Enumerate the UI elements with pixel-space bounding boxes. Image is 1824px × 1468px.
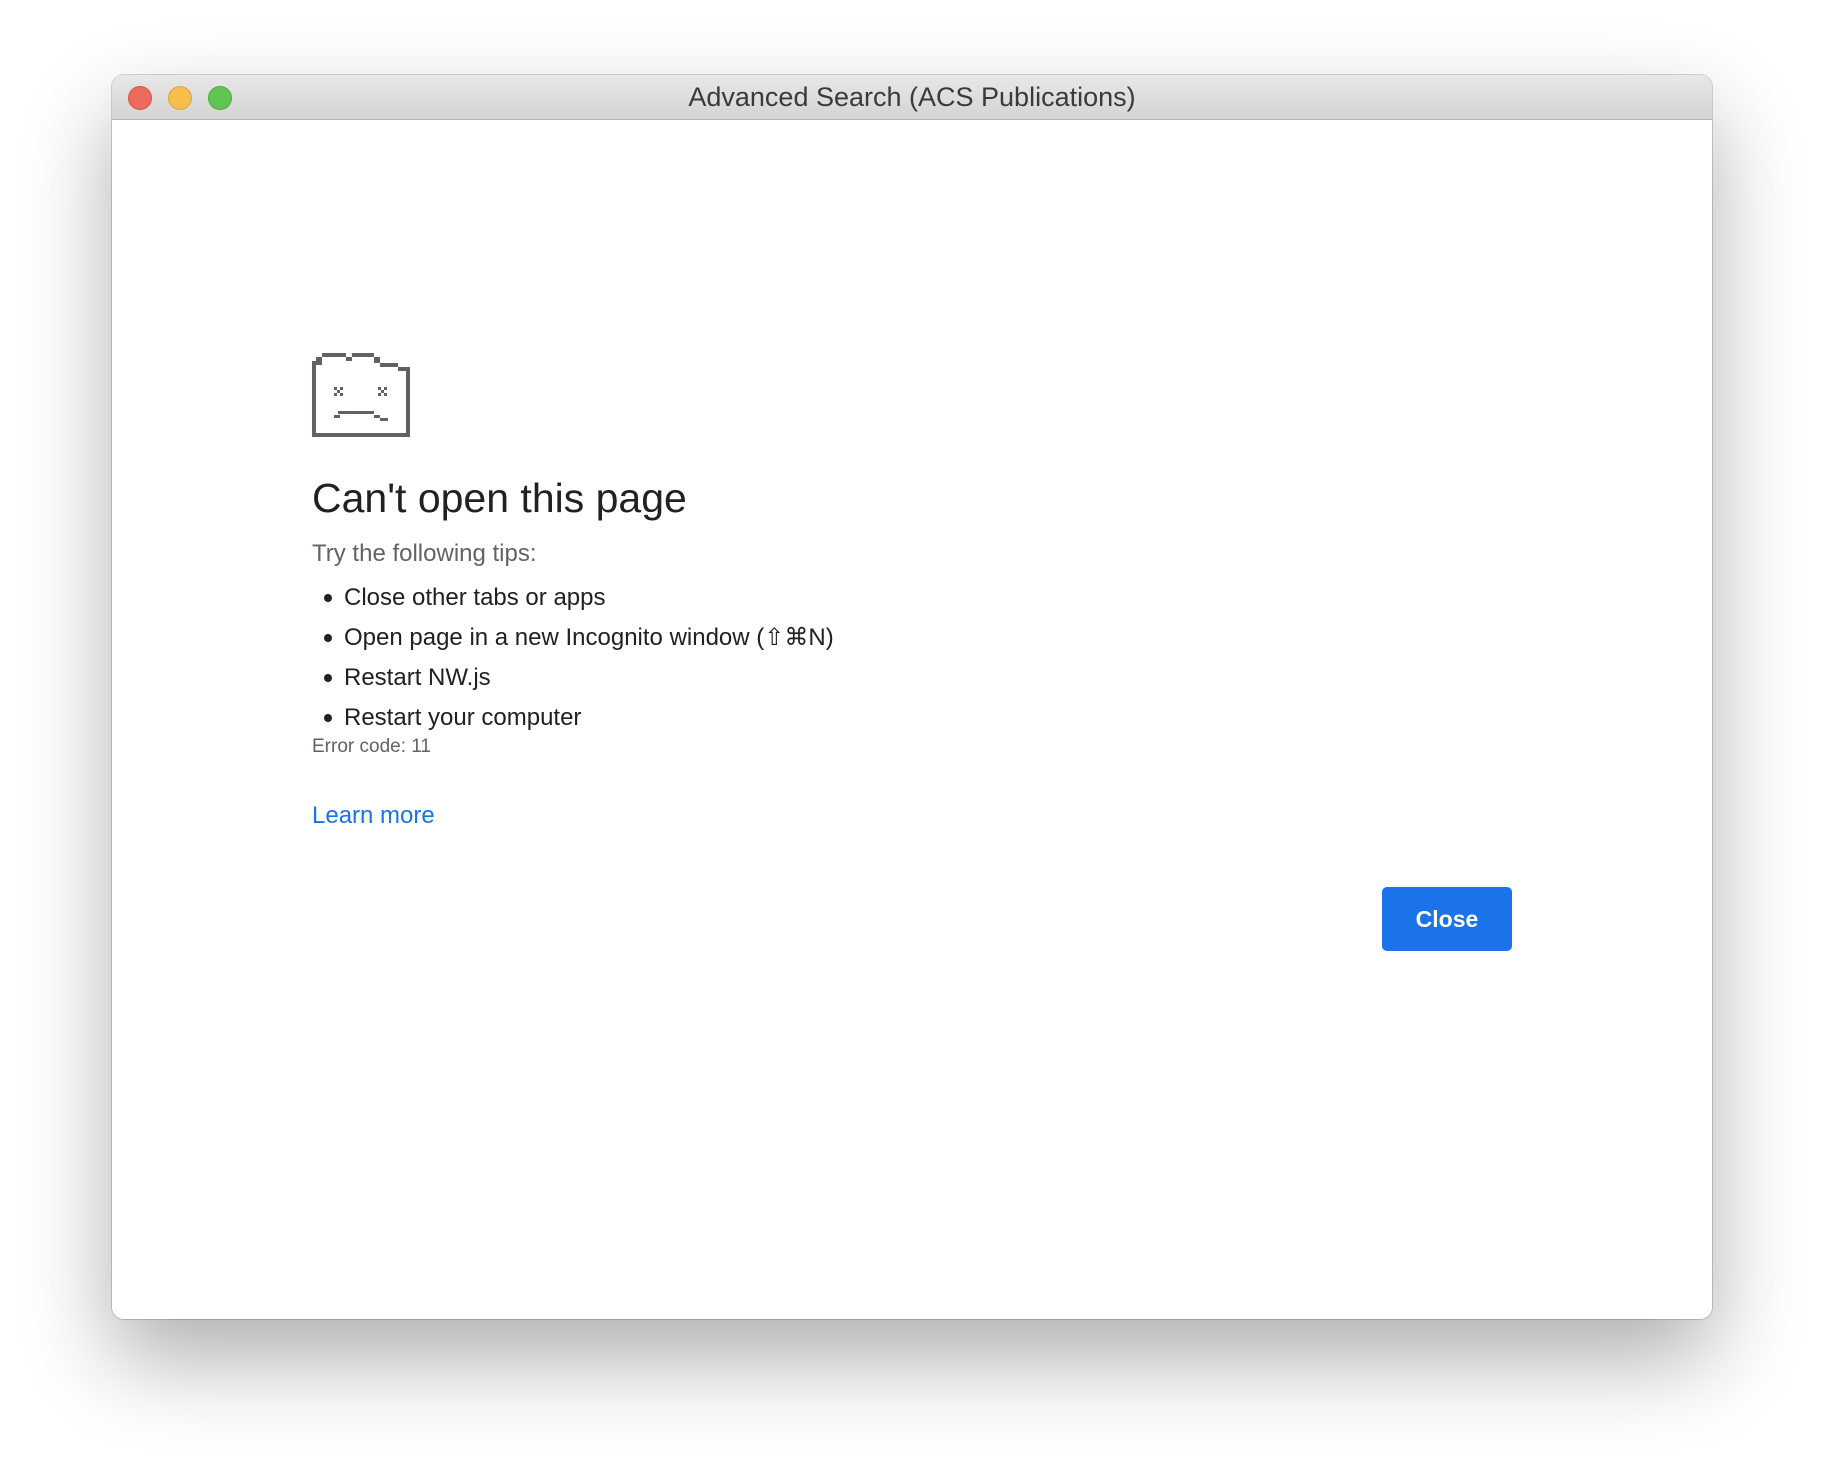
tip-item: Restart your computer <box>312 698 834 738</box>
tips-list: Close other tabs or apps Open page in a … <box>312 578 834 738</box>
learn-more-link[interactable]: Learn more <box>312 802 435 830</box>
bullet-icon <box>324 714 332 722</box>
error-headline: Can't open this page <box>312 475 687 521</box>
page-content: Can't open this page Try the following t… <box>112 120 1712 1319</box>
window-title: Advanced Search (ACS Publications) <box>688 82 1136 112</box>
bullet-icon <box>324 634 332 642</box>
tip-text: Open page in a new Incognito window (⇧⌘N… <box>344 624 834 651</box>
bullet-icon <box>324 594 332 602</box>
tip-item: Restart NW.js <box>312 658 834 698</box>
close-button[interactable]: Close <box>1382 887 1512 951</box>
bullet-icon <box>324 674 332 682</box>
tip-text: Restart NW.js <box>344 664 491 691</box>
tip-item: Open page in a new Incognito window (⇧⌘N… <box>312 618 834 658</box>
tip-item: Close other tabs or apps <box>312 578 834 618</box>
tips-intro: Try the following tips: <box>312 540 537 567</box>
sad-tab-icon <box>312 353 410 437</box>
tip-text: Close other tabs or apps <box>344 584 606 611</box>
title-bar[interactable]: Advanced Search (ACS Publications) <box>112 75 1712 120</box>
error-code: Error code: 11 <box>312 736 431 757</box>
app-window: Advanced Search (ACS Publications) Can't… <box>112 75 1712 1319</box>
tip-text: Restart your computer <box>344 704 582 731</box>
